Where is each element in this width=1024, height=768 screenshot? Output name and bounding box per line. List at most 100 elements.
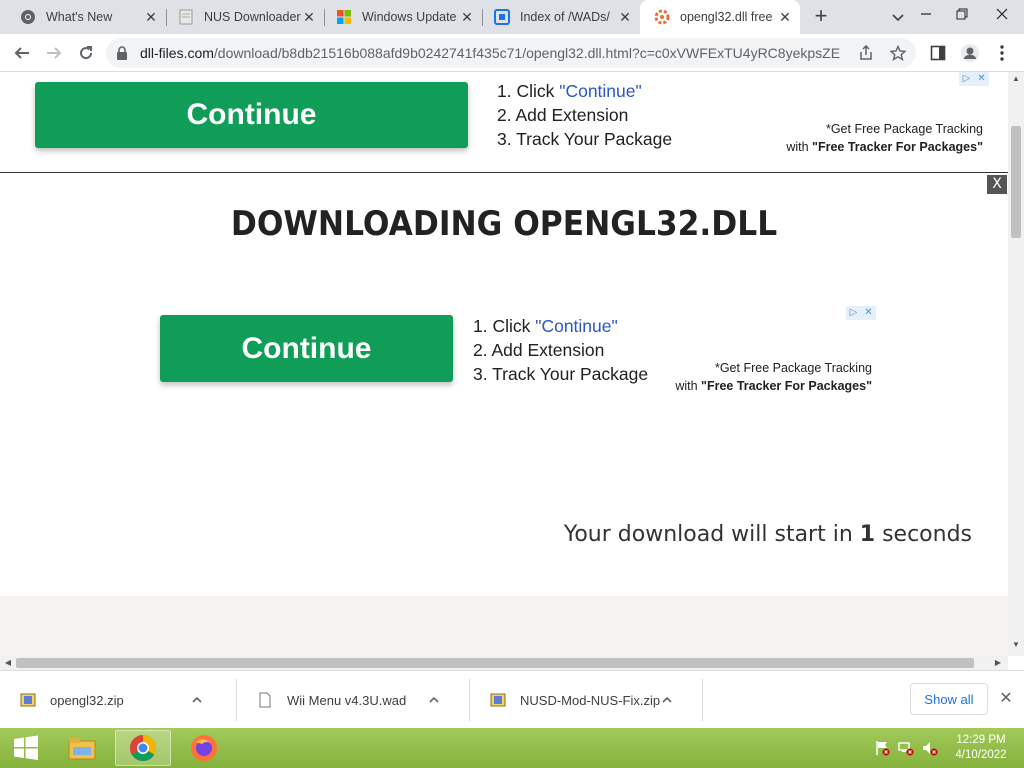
scroll-down-arrow-icon[interactable]: ▼ <box>1010 640 1022 649</box>
chevron-up-icon[interactable] <box>427 693 441 707</box>
adchoices-icon[interactable]: ▷ ✕ <box>959 72 989 86</box>
folder-icon <box>68 738 96 760</box>
chevron-up-icon[interactable] <box>190 693 204 707</box>
page-footer-band <box>0 596 1008 656</box>
close-tab-icon[interactable]: ✕ <box>460 10 474 24</box>
side-panel-icon <box>930 45 946 61</box>
tab-title: Windows Update <box>362 10 457 24</box>
chevron-up-icon[interactable] <box>660 693 674 707</box>
download-item[interactable]: Wii Menu v4.3U.wad <box>237 679 470 721</box>
download-filename: opengl32.zip <box>50 692 124 708</box>
top-ad-banner: Continue 1. Click "Continue" 2. Add Exte… <box>0 72 1008 173</box>
inline-ad-steps: 1. Click "Continue" 2. Add Extension 3. … <box>473 314 648 386</box>
address-bar[interactable]: dll-files.com/download/b8db21516b088afd9… <box>106 38 916 68</box>
close-tab-icon[interactable]: ✕ <box>618 10 632 24</box>
ad-step-1: 1. Click "Continue" <box>497 81 642 101</box>
minimize-icon <box>921 13 931 15</box>
close-shelf-icon[interactable]: ✕ <box>998 691 1014 707</box>
file-icon <box>259 692 271 708</box>
download-filename: Wii Menu v4.3U.wad <box>287 692 407 708</box>
download-filename: NUSD-Mod-NUS-Fix.zip <box>520 692 661 708</box>
close-tab-icon[interactable]: ✕ <box>302 10 316 24</box>
new-tab-button[interactable]: + <box>810 5 832 27</box>
download-item[interactable]: NUSD-Mod-NUS-Fix.zip <box>470 679 703 721</box>
tab-title: What's New <box>46 10 113 24</box>
menu-button[interactable] <box>990 41 1014 65</box>
reload-icon <box>80 46 93 60</box>
tab-title: opengl32.dll free <box>680 10 773 24</box>
close-window-button[interactable] <box>990 4 1014 24</box>
url-path: /download/b8db21516b088afd9b0242741f435c… <box>213 45 840 61</box>
ad-step-2: 2. Add Extension <box>473 340 605 360</box>
url-text[interactable]: dll-files.com/download/b8db21516b088afd9… <box>140 45 840 61</box>
zip-file-icon <box>490 693 506 707</box>
clock-date: 4/10/2022 <box>955 749 1007 761</box>
tab-opengl32-dll[interactable]: opengl32.dll free ✕ <box>640 0 800 34</box>
bookmark-star-icon[interactable] <box>890 45 906 61</box>
minimize-button[interactable] <box>914 4 938 24</box>
profile-button[interactable] <box>958 41 982 65</box>
tab-title: Index of /WADs/ <box>520 10 610 24</box>
restore-button[interactable] <box>950 4 974 24</box>
windows-logo-icon <box>337 10 351 24</box>
browser-toolbar: dll-files.com/download/b8db21516b088afd9… <box>0 34 1024 72</box>
lock-icon[interactable] <box>116 46 128 60</box>
index-icon <box>494 9 510 25</box>
firefox-icon <box>191 735 217 761</box>
chrome-taskbar-button[interactable] <box>115 730 171 766</box>
side-panel-button[interactable] <box>926 41 950 65</box>
page-title: DOWNLOADING OPENGL32.DLL <box>230 204 778 244</box>
tab-nus-downloader[interactable]: NUS Downloader ✕ <box>164 0 324 34</box>
close-tab-icon[interactable]: ✕ <box>144 10 158 24</box>
zip-file-icon <box>20 693 36 707</box>
kebab-menu-icon <box>1000 45 1004 61</box>
inline-continue-button[interactable]: Continue <box>160 315 453 382</box>
show-all-button[interactable]: Show all <box>910 683 988 715</box>
page-content: Continue 1. Click "Continue" 2. Add Exte… <box>0 72 1008 656</box>
tab-whats-new[interactable]: What's New ✕ <box>6 0 166 34</box>
taskbar-clock[interactable]: 12:29 PM 4/10/2022 <box>946 733 1016 763</box>
scroll-right-arrow-icon[interactable]: ▶ <box>992 658 1004 667</box>
ad-step-3: 3. Track Your Package <box>473 364 649 384</box>
close-icon <box>996 8 1008 20</box>
scroll-up-arrow-icon[interactable]: ▲ <box>1010 74 1022 83</box>
ad-tracker-text: *Get Free Package Tracking with "Free Tr… <box>786 122 983 154</box>
dll-files-icon <box>654 9 670 25</box>
close-tab-icon[interactable]: ✕ <box>778 10 792 24</box>
forward-button[interactable] <box>42 41 66 65</box>
volume-muted-icon[interactable] <box>922 740 938 756</box>
avatar-icon <box>961 44 979 62</box>
page-icon <box>179 9 193 25</box>
download-shelf: opengl32.zip Wii Menu v4.3U.wad NUSD-Mod… <box>0 670 1024 728</box>
scroll-left-arrow-icon[interactable]: ◀ <box>2 658 14 667</box>
reload-button[interactable] <box>74 41 98 65</box>
download-item[interactable]: opengl32.zip <box>0 679 237 721</box>
action-center-flag-icon[interactable] <box>874 740 890 756</box>
tab-title: NUS Downloader <box>204 10 301 24</box>
chrome-icon <box>129 734 157 762</box>
share-icon[interactable] <box>858 45 874 61</box>
horizontal-scrollbar[interactable]: ◀ ▶ <box>0 656 1008 670</box>
network-icon[interactable] <box>898 740 914 756</box>
start-button[interactable] <box>0 728 52 768</box>
close-ad-button[interactable]: X <box>987 175 1007 194</box>
chrome-icon <box>21 10 35 24</box>
taskbar: 12:29 PM 4/10/2022 <box>0 728 1024 768</box>
tab-windows-update[interactable]: Windows Update ✕ <box>322 0 482 34</box>
tab-strip: What's New ✕ NUS Downloader ✕ Windows Up… <box>0 0 1024 34</box>
inline-ad-tracker-text: *Get Free Package Tracking with "Free Tr… <box>675 361 872 393</box>
firefox-taskbar-button[interactable] <box>176 730 232 766</box>
ad-steps: 1. Click "Continue" 2. Add Extension 3. … <box>497 79 672 151</box>
adchoices-icon[interactable]: ▷ ✕ <box>846 306 876 320</box>
vertical-scrollbar[interactable]: ▲ ▼ <box>1008 72 1024 656</box>
tab-index-wads[interactable]: Index of /WADs/ ✕ <box>480 0 640 34</box>
forward-arrow-icon <box>47 47 62 59</box>
ad-step-3: 3. Track Your Package <box>497 129 673 149</box>
tab-search-chevron-icon[interactable] <box>890 9 906 25</box>
vertical-scroll-thumb[interactable] <box>1011 126 1021 238</box>
horizontal-scroll-thumb[interactable] <box>16 658 974 668</box>
countdown-value: 1 <box>859 522 876 547</box>
file-explorer-taskbar-button[interactable] <box>54 730 110 766</box>
back-button[interactable] <box>10 41 34 65</box>
ad-continue-button[interactable]: Continue <box>35 82 468 148</box>
